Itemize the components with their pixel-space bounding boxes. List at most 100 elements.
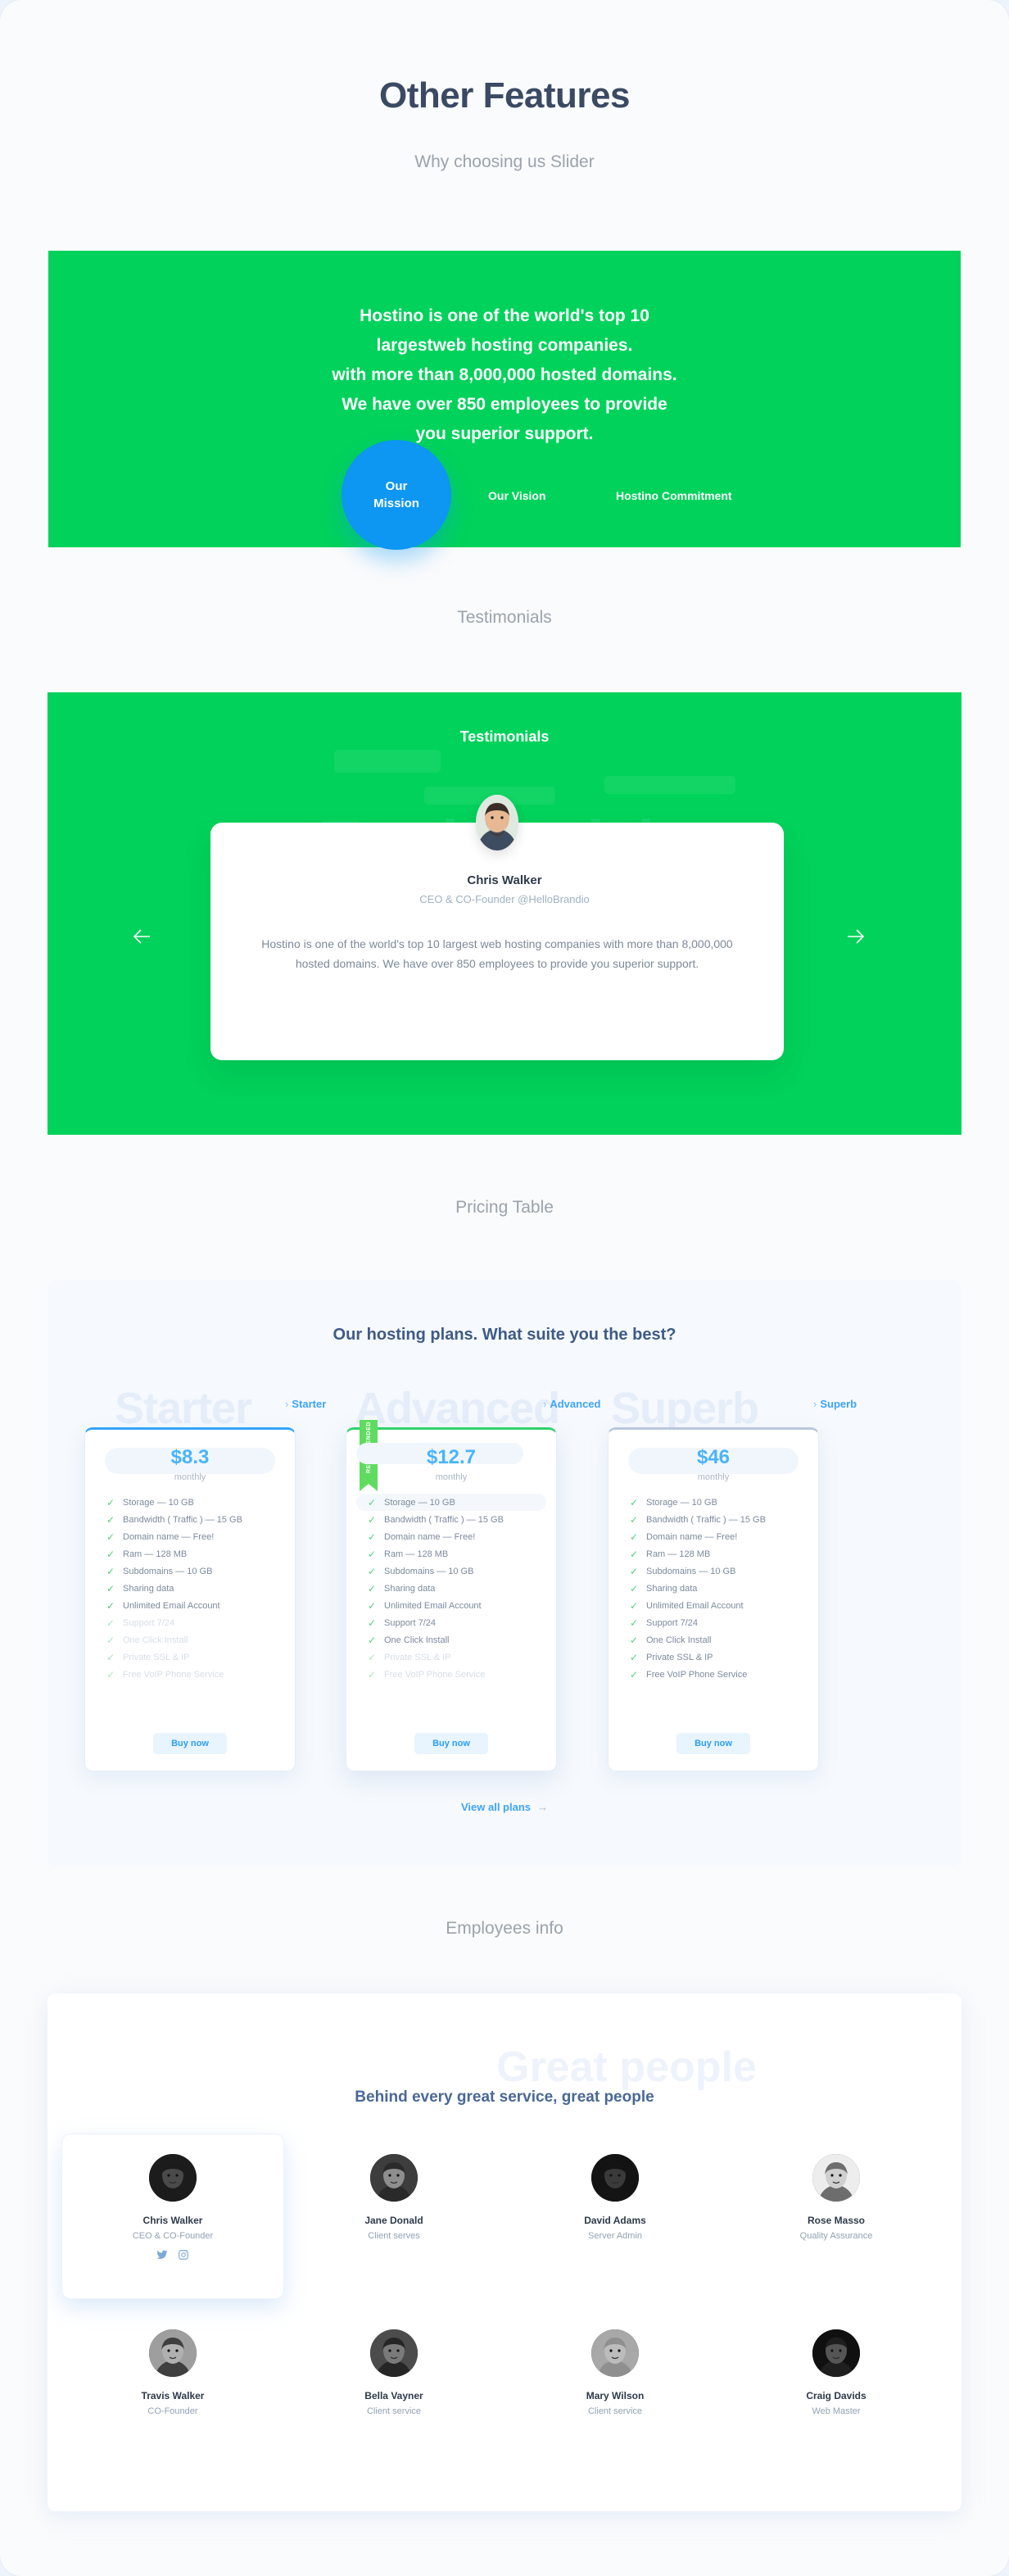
check-icon: ✓ bbox=[368, 1496, 377, 1508]
avatar bbox=[812, 2154, 860, 2202]
pricing-price: $8.3 bbox=[170, 1446, 210, 1468]
avatar bbox=[370, 2154, 418, 2202]
tab-hostino-commitment[interactable]: Hostino Commitment bbox=[616, 489, 732, 502]
employee-name: Chris Walker bbox=[143, 2215, 203, 2226]
pricing-card-superb[interactable]: $46 monthly ✓ Storage — 10 GB ✓ Bandwidth ( T… bbox=[608, 1427, 819, 1771]
feature-slider-line: We have over 850 employees to provide bbox=[342, 395, 667, 414]
avatar bbox=[591, 2329, 639, 2377]
pricing-feature-label: Unlimited Email Account bbox=[646, 1600, 744, 1611]
pricing-feature-label: Free VoIP Phone Service bbox=[123, 1669, 224, 1680]
pricing-chip-superb[interactable]: › Superb bbox=[813, 1398, 857, 1410]
pricing-period: monthly bbox=[697, 1472, 730, 1482]
check-icon: ✓ bbox=[368, 1513, 377, 1526]
decorative-block bbox=[604, 776, 735, 794]
pricing-feature-label: One Click Install bbox=[384, 1635, 450, 1645]
pricing-feature-item: ✓ Support 7/24 bbox=[85, 1614, 295, 1631]
pricing-ghost-label: Starter bbox=[115, 1384, 252, 1433]
employee-role: Client service bbox=[587, 2406, 643, 2416]
check-icon: ✓ bbox=[106, 1496, 115, 1508]
pricing-feature-label: Unlimited Email Account bbox=[123, 1600, 220, 1611]
pricing-feature-item: ✓ Ram — 128 MB bbox=[609, 1545, 818, 1562]
employees-panel-title: Behind every great service, great people bbox=[355, 2088, 654, 2106]
check-icon: ✓ bbox=[368, 1651, 377, 1663]
pricing-card-advanced[interactable]: RECOMMENDED$12.7monthly✓Storage — 10 GB✓… bbox=[346, 1420, 557, 1771]
pricing-feature-item: ✓ Domain name — Free! bbox=[346, 1528, 556, 1545]
pricing-feature-label: Bandwidth ( Traffic ) — 15 GB bbox=[123, 1514, 242, 1525]
pricing-feature-label: Free VoIP Phone Service bbox=[646, 1669, 748, 1680]
pricing-period: monthly bbox=[435, 1472, 468, 1482]
employee-card[interactable]: Bella Vayner Client service bbox=[283, 2310, 504, 2474]
avatar bbox=[812, 2329, 860, 2377]
employee-name: David Adams bbox=[584, 2215, 646, 2226]
check-icon: ✓ bbox=[106, 1599, 115, 1612]
employee-name: Bella Vayner bbox=[364, 2390, 423, 2401]
pricing-feature-label: Subdomains — 10 GB bbox=[646, 1566, 736, 1576]
buy-now-button[interactable]: Buy now bbox=[153, 1733, 227, 1754]
pricing-feature-label: Domain name — Free! bbox=[123, 1531, 215, 1542]
pricing-feature-label: Bandwidth ( Traffic ) — 15 GB bbox=[646, 1514, 766, 1525]
employee-card[interactable]: Jane Donald Client serves bbox=[283, 2134, 504, 2298]
chevron-right-icon: › bbox=[543, 1398, 547, 1410]
pricing-feature-item: ✓ Support 7/24 bbox=[346, 1614, 556, 1631]
employee-name: Mary Wilson bbox=[586, 2390, 645, 2401]
pricing-feature-item: ✓ Support 7/24 bbox=[609, 1614, 818, 1631]
employee-card[interactable]: Craig Davids Web Master bbox=[726, 2310, 947, 2474]
check-icon: ✓ bbox=[106, 1531, 115, 1543]
arrow-left-icon[interactable] bbox=[124, 918, 162, 955]
pricing-feature-item: ✓ Unlimited Email Account bbox=[85, 1597, 295, 1614]
pricing-feature-item: ✓ Subdomains — 10 GB bbox=[609, 1562, 818, 1580]
feature-slider-line: you superior support. bbox=[415, 424, 594, 443]
check-icon: ✓ bbox=[368, 1634, 377, 1646]
pricing-feature-list: ✓ Storage — 10 GB ✓ Bandwidth ( Traffic ) —… bbox=[609, 1494, 818, 1683]
pricing-feature-item: ✓ Bandwidth ( Traffic ) — 15 GB bbox=[346, 1511, 556, 1528]
tab-our-vision[interactable]: Our Vision bbox=[488, 489, 546, 502]
pricing-section-heading: Pricing Table bbox=[0, 1198, 1009, 1218]
testimonials-panel-title: Testimonials bbox=[459, 728, 550, 745]
employee-card[interactable]: Travis Walker CO-Founder bbox=[62, 2310, 283, 2474]
view-all-plans-link[interactable]: View all plans → bbox=[48, 1801, 961, 1813]
pricing-card-starter[interactable]: $8.3 monthly ✓ Storage — 10 GB ✓ Bandwidth ( … bbox=[84, 1427, 296, 1771]
feature-slider-line: largestweb hosting companies. bbox=[376, 336, 633, 355]
avatar bbox=[370, 2329, 418, 2377]
pricing-feature-label: Domain name — Free! bbox=[646, 1531, 738, 1542]
pricing-feature-item: ✓ One Click Install bbox=[609, 1631, 818, 1649]
twitter-icon[interactable] bbox=[156, 2249, 168, 2261]
employees-grid: Chris Walker CEO & CO-Founder Jane Donald C… bbox=[62, 2134, 947, 2474]
employee-card[interactable]: Chris Walker CEO & CO-Founder bbox=[62, 2134, 283, 2298]
check-icon: ✓ bbox=[106, 1548, 115, 1560]
pricing-feature-list: ✓ Storage — 10 GB ✓ Bandwidth ( Traffic ) —… bbox=[85, 1494, 295, 1683]
buy-now-button[interactable]: Buy now bbox=[676, 1733, 750, 1754]
pricing-feature-item: ✓ Free VoIP Phone Service bbox=[346, 1666, 556, 1683]
instagram-icon[interactable] bbox=[178, 2249, 189, 2261]
check-icon: ✓ bbox=[368, 1565, 377, 1577]
pricing-feature-label: Sharing data bbox=[384, 1583, 436, 1594]
arrow-right-icon[interactable] bbox=[835, 918, 873, 955]
testimonial-quote: Hostino is one of the world's top 10 lar… bbox=[261, 937, 733, 970]
employee-card[interactable]: Mary Wilson Client service bbox=[504, 2310, 726, 2474]
pricing-feature-item: ✓ Storage — 10 GB bbox=[356, 1494, 546, 1511]
testimonials-section-title: Testimonials bbox=[457, 608, 552, 627]
check-icon: ✓ bbox=[106, 1634, 115, 1646]
employee-card[interactable]: David Adams Server Admin bbox=[504, 2134, 726, 2298]
feature-slider-line: with more than 8,000,000 hosted domains. bbox=[332, 365, 677, 384]
pricing-feature-item: ✓ Bandwidth ( Traffic ) — 15 GB bbox=[85, 1511, 295, 1528]
check-icon: ✓ bbox=[106, 1513, 115, 1526]
pricing-ghost-label: Advanced bbox=[355, 1384, 560, 1433]
pricing-feature-item: ✓ Free VoIP Phone Service bbox=[85, 1666, 295, 1683]
pricing-feature-label: Free VoIP Phone Service bbox=[384, 1669, 486, 1680]
pricing-feature-label: Subdomains — 10 GB bbox=[123, 1566, 213, 1576]
pricing-price-block: $8.3 monthly bbox=[85, 1430, 295, 1494]
employee-name: Jane Donald bbox=[364, 2215, 423, 2226]
hero-section: Other Features Why choosing us Slider bbox=[0, 0, 1009, 172]
check-icon: ✓ bbox=[630, 1496, 639, 1508]
employee-card[interactable]: Rose Masso Quality Assurance bbox=[726, 2134, 947, 2298]
check-icon: ✓ bbox=[106, 1565, 115, 1577]
tab-our-mission[interactable]: Our Mission bbox=[342, 440, 451, 550]
pricing-chip-advanced[interactable]: › Advanced bbox=[543, 1398, 600, 1410]
employees-panel: Great people Behind every great service,… bbox=[48, 1993, 961, 2511]
pricing-feature-label: Ram — 128 MB bbox=[384, 1549, 449, 1559]
chevron-right-icon: › bbox=[813, 1398, 817, 1410]
pricing-chip-starter[interactable]: › Starter bbox=[285, 1398, 326, 1410]
buy-now-button[interactable]: Buy now bbox=[414, 1733, 488, 1754]
pricing-feature-label: Ram — 128 MB bbox=[123, 1549, 188, 1559]
